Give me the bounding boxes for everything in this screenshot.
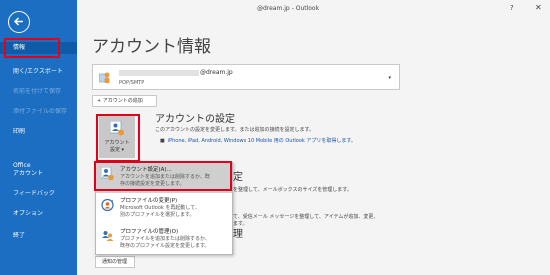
nav-item-save-attachments[interactable]: 添付ファイルの保存 bbox=[0, 108, 77, 116]
menu-item-description: 既存のプロファイル設定を変更します。 bbox=[120, 243, 210, 249]
back-arrow-icon[interactable] bbox=[8, 11, 30, 33]
page-title: アカウント情報 bbox=[92, 37, 211, 57]
menu-item-change-profile[interactable]: プロファイルの変更(P) Microsoft Outlook を再起動して、 別… bbox=[96, 194, 232, 224]
bullet-icon: ■ bbox=[160, 138, 165, 144]
settings-heading: アカウントの設定 bbox=[155, 114, 235, 125]
title-bar: @dream.jp - Outlook ? ✕ bbox=[77, 0, 550, 18]
settings-description: このアカウントの設定を変更します。または追加の接続を設定します。 bbox=[155, 127, 315, 133]
nav-item-office-account-line1[interactable]: Office bbox=[0, 162, 77, 170]
account-icon bbox=[99, 72, 110, 83]
chevron-down-icon[interactable]: ▾ bbox=[388, 75, 391, 81]
help-button[interactable]: ? bbox=[510, 4, 514, 12]
menu-item-title: プロファイルの変更(P) bbox=[120, 198, 178, 204]
menu-item-description: 別のプロファイルを選択します。 bbox=[120, 212, 195, 218]
nav-item-save-as[interactable]: 名前を付けて保存 bbox=[0, 88, 77, 96]
window-title: @dream.jp - Outlook bbox=[257, 5, 320, 12]
menu-item-manage-profiles[interactable]: プロファイルの管理(O) プロファイルを追加または削除するか、 既存のプロファイ… bbox=[96, 225, 232, 255]
info-highlight-box bbox=[4, 38, 60, 58]
rules-heading: 理 bbox=[233, 229, 243, 240]
mailbox-settings-description: を整理して、メールボックスのサイズを管理します。 bbox=[233, 187, 352, 193]
close-button[interactable]: ✕ bbox=[535, 3, 542, 12]
manage-profiles-icon bbox=[102, 231, 114, 241]
nav-item-feedback[interactable]: フィードバック bbox=[0, 190, 77, 198]
menu-item-title: プロファイルの管理(O) bbox=[120, 229, 179, 235]
email-redaction bbox=[119, 69, 199, 76]
nav-item-office-account-line2[interactable]: アカウント bbox=[0, 170, 77, 178]
nav-item-options[interactable]: オプション bbox=[0, 210, 77, 218]
account-selector[interactable]: @dream.jp POP/SMTP ▾ bbox=[92, 64, 400, 90]
menu-item-description: Microsoft Outlook を再起動して、 bbox=[120, 205, 201, 211]
mailbox-settings-heading: 定 bbox=[233, 172, 243, 183]
account-type: POP/SMTP bbox=[119, 80, 145, 86]
manage-rules-button[interactable]: 通知の管理 bbox=[95, 256, 135, 268]
nav-item-print[interactable]: 印刷 bbox=[0, 128, 77, 136]
add-account-button[interactable]: + アカウントの追加 bbox=[92, 95, 157, 107]
account-settings-item-highlight-box bbox=[94, 161, 232, 191]
account-email: @dream.jp bbox=[119, 69, 233, 76]
menu-item-description: プロファイルを追加または削除するか、 bbox=[120, 236, 210, 242]
mobile-app-link[interactable]: ■ iPhone, iPad, Android, Windows 10 Mobil… bbox=[160, 137, 356, 144]
rules-description: て、受信メール メッセージを整理して、アイテムが追加、変更、 bbox=[233, 214, 379, 220]
change-profile-icon bbox=[101, 198, 114, 212]
nav-item-open-export[interactable]: 開く/エクスポート bbox=[0, 68, 77, 76]
account-settings-highlight-box bbox=[96, 114, 140, 162]
nav-item-exit[interactable]: 終了 bbox=[0, 232, 77, 240]
